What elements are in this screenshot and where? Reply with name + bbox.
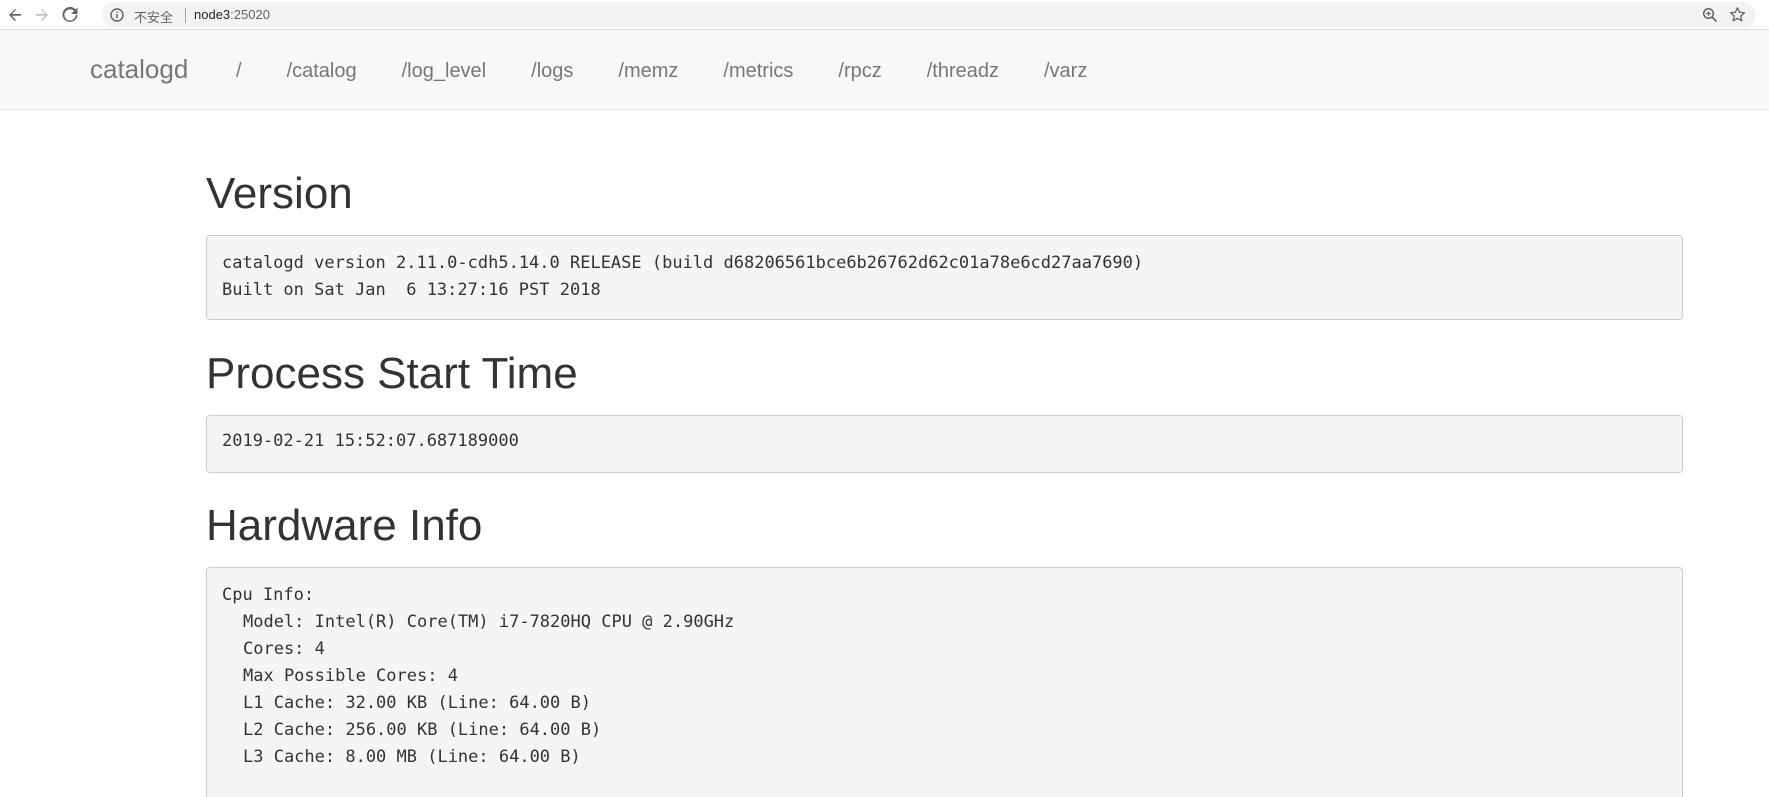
- nav-link-logs[interactable]: /logs: [531, 60, 573, 83]
- omnibox-divider: [185, 8, 186, 23]
- url-port: :25020: [230, 7, 270, 22]
- site-navbar: catalogd / /catalog /log_level /logs /me…: [0, 30, 1769, 110]
- version-line: catalogd version 2.11.0-cdh5.14.0 RELEAS…: [222, 253, 1144, 273]
- nav-link-catalog[interactable]: /catalog: [287, 60, 357, 83]
- nav-link-root[interactable]: /: [236, 60, 242, 83]
- url-host: node3: [194, 7, 231, 22]
- url-text[interactable]: node3:25020: [194, 7, 270, 22]
- cpu-model-line: Model: Intel(R) Core(TM) i7-7820HQ CPU @…: [243, 612, 735, 632]
- forward-button[interactable]: [31, 4, 53, 26]
- arrow-right-icon: [36, 9, 48, 21]
- brand-link[interactable]: catalogd: [90, 54, 188, 85]
- hardware-heading: Hardware Info: [206, 501, 483, 550]
- back-button[interactable]: [4, 4, 26, 26]
- version-block: catalogd version 2.11.0-cdh5.14.0 RELEAS…: [206, 235, 1683, 320]
- reload-icon: [62, 7, 78, 22]
- nav-links: / /catalog /log_level /logs /memz /metri…: [236, 60, 1132, 83]
- l3-cache-line: L3 Cache: 8.00 MB (Line: 64.00 B): [243, 747, 581, 767]
- reload-button[interactable]: [59, 4, 81, 26]
- address-bar[interactable]: 不安全 node3:25020: [102, 2, 1756, 28]
- cpu-info-header: Cpu Info:: [222, 585, 315, 605]
- hardware-block: Cpu Info: Model: Intel(R) Core(TM) i7-78…: [206, 567, 1683, 797]
- start-time-heading: Process Start Time: [206, 349, 578, 398]
- nav-link-varz[interactable]: /varz: [1044, 60, 1087, 83]
- nav-link-threadz[interactable]: /threadz: [927, 60, 999, 83]
- start-time-value: 2019-02-21 15:52:07.687189000: [222, 431, 519, 451]
- nav-link-metrics[interactable]: /metrics: [723, 60, 793, 83]
- cpu-cores-line: Cores: 4: [243, 639, 325, 659]
- build-date-line: Built on Sat Jan 6 13:27:16 PST 2018: [222, 280, 601, 300]
- cpu-max-cores-line: Max Possible Cores: 4: [243, 666, 458, 686]
- l2-cache-line: L2 Cache: 256.00 KB (Line: 64.00 B): [243, 720, 602, 740]
- zoom-icon[interactable]: [1702, 7, 1718, 23]
- l1-cache-line: L1 Cache: 32.00 KB (Line: 64.00 B): [243, 693, 591, 713]
- nav-link-memz[interactable]: /memz: [618, 60, 678, 83]
- browser-toolbar: 不安全 node3:25020: [0, 0, 1769, 30]
- security-label: 不安全: [134, 11, 174, 26]
- bookmark-star-icon[interactable]: [1729, 6, 1746, 23]
- start-time-block: 2019-02-21 15:52:07.687189000: [206, 415, 1683, 473]
- info-icon: [110, 8, 124, 22]
- nav-link-rpcz[interactable]: /rpcz: [838, 60, 881, 83]
- arrow-left-icon: [9, 9, 21, 21]
- nav-link-log-level[interactable]: /log_level: [402, 60, 487, 83]
- version-heading: Version: [206, 169, 353, 218]
